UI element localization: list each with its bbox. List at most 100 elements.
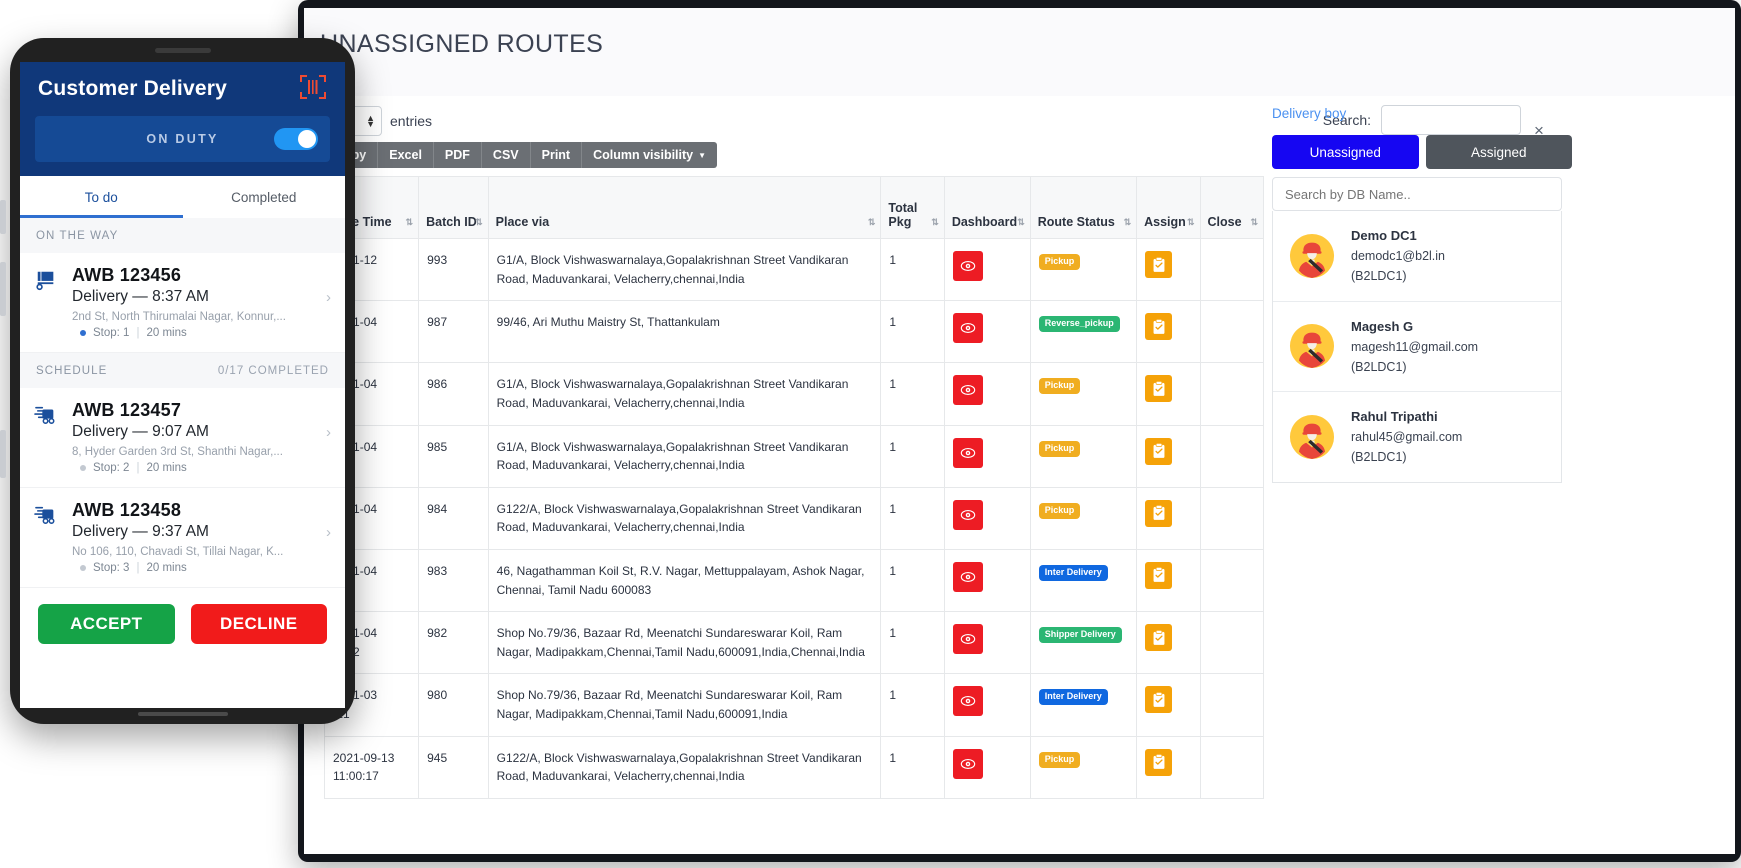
dashboard-button[interactable] (953, 438, 983, 468)
dashboard-button[interactable] (953, 500, 983, 530)
cell-place-via: G1/A, Block Vishwaswarnalaya,Gopalakrish… (488, 363, 881, 425)
on-duty-toggle[interactable] (274, 128, 318, 150)
cell-batch-id: 945 (419, 736, 489, 798)
assign-button[interactable] (1145, 624, 1172, 651)
cell-route-status: Shipper Delivery (1030, 612, 1136, 674)
delivery-boy-email: demodc1@b2l.in (1351, 246, 1445, 266)
sort-icon: ⇅ (406, 217, 413, 228)
cell-place-via: G1/A, Block Vishwaswarnalaya,Gopalakrish… (488, 425, 881, 487)
cell-dashboard (944, 425, 1030, 487)
col-header-pkg[interactable]: Total Pkg⇅ (881, 177, 944, 239)
cell-batch-id: 986 (419, 363, 489, 425)
col-header-dashboard[interactable]: Dashboard⇅ (944, 177, 1030, 239)
delivery-boy-tabs: Unassigned Assigned (1272, 135, 1572, 169)
dashboard-eye-icon (960, 693, 976, 709)
table-header-row: Date Time⇅ Batch ID⇅ Place via⇅ Total Pk… (325, 177, 1264, 239)
cell-place-via: G122/A, Block Vishwaswarnalaya,Gopalakri… (488, 487, 881, 549)
delivery-boy-search-input[interactable] (1272, 177, 1562, 211)
cell-dashboard (944, 736, 1030, 798)
decline-button[interactable]: DECLINE (191, 604, 328, 644)
assign-button[interactable] (1145, 500, 1172, 527)
cell-dashboard (944, 549, 1030, 611)
close-icon[interactable]: × (1534, 122, 1544, 139)
delivery-boy-list-item[interactable]: Rahul Tripathirahul45@gmail.com(B2LDC1) (1273, 392, 1561, 482)
cell-route-status: Reverse_pickup (1030, 301, 1136, 363)
cell-assign (1137, 736, 1200, 798)
assign-clipboard-icon (1152, 505, 1166, 521)
delivery-list-item[interactable]: AWB 123456Delivery — 8:37 AM2nd St, Nort… (20, 253, 345, 353)
delivery-item-address: No 106, 110, Chavadi St, Tillai Nagar, K… (72, 546, 283, 558)
table-row: 2021-09-1311:00:17945G122/A, Block Vishw… (325, 736, 1264, 798)
phone-power-button[interactable] (0, 430, 6, 478)
assign-button[interactable] (1145, 562, 1172, 589)
delivery-item-stop-label: Stop: 1 (93, 327, 129, 339)
assign-button[interactable] (1145, 375, 1172, 402)
col-header-batch[interactable]: Batch ID⇅ (419, 177, 489, 239)
cell-place-via: Shop No.79/36, Bazaar Rd, Meenatchi Sund… (488, 674, 881, 736)
dashboard-button[interactable] (953, 624, 983, 654)
chevron-right-icon[interactable]: › (326, 289, 331, 306)
cell-total-pkg: 1 (881, 425, 944, 487)
barcode-scan-icon[interactable] (299, 73, 327, 106)
accept-button[interactable]: ACCEPT (38, 604, 175, 644)
assign-button[interactable] (1145, 438, 1172, 465)
table-row: 2021-04:17986G1/A, Block Vishwaswarnalay… (325, 363, 1264, 425)
cell-batch-id: 985 (419, 425, 489, 487)
delivery-item-duration: 20 mins (146, 327, 186, 339)
dashboard-button[interactable] (953, 313, 983, 343)
delivery-boy-list-item[interactable]: Magesh Gmagesh11@gmail.com(B2LDC1) (1273, 302, 1561, 393)
assign-button[interactable] (1145, 749, 1172, 776)
delivery-boy-list-item[interactable]: Demo DC1demodc1@b2l.in(B2LDC1) (1273, 211, 1561, 302)
chevron-right-icon[interactable]: › (326, 424, 331, 441)
column-visibility-button[interactable]: Column visibility ▼ (582, 142, 717, 168)
col-header-close[interactable]: Close⇅ (1200, 177, 1263, 239)
delivery-item-duration: 20 mins (146, 462, 186, 474)
sort-icon: ⇅ (1250, 217, 1257, 228)
delivery-boy-name: Rahul Tripathi (1351, 406, 1462, 427)
col-header-place-label: Place via (496, 215, 550, 229)
export-csv-button[interactable]: CSV (482, 142, 531, 168)
phone-duty-wrap: ON DUTY (20, 116, 345, 176)
dashboard-button[interactable] (953, 749, 983, 779)
dashboard-button[interactable] (953, 562, 983, 592)
dashboard-button[interactable] (953, 375, 983, 405)
tab-completed[interactable]: Completed (183, 176, 346, 218)
tab-assigned[interactable]: Assigned (1426, 135, 1573, 169)
avatar (1289, 323, 1335, 369)
cell-assign (1137, 487, 1200, 549)
chevron-right-icon[interactable]: › (326, 524, 331, 541)
col-header-status[interactable]: Route Status⇅ (1030, 177, 1136, 239)
cell-assign (1137, 549, 1200, 611)
dashboard-eye-icon (960, 569, 976, 585)
dashboard-button[interactable] (953, 686, 983, 716)
sort-icon: ⇅ (868, 217, 875, 228)
cell-close (1200, 549, 1263, 611)
col-header-place[interactable]: Place via ⇅ (488, 177, 881, 239)
phone-action-bar: ACCEPT DECLINE (20, 588, 345, 660)
delivery-list-item[interactable]: AWB 123457Delivery — 9:07 AM8, Hyder Gar… (20, 388, 345, 488)
cell-close (1200, 674, 1263, 736)
export-excel-button[interactable]: Excel (378, 142, 434, 168)
col-header-pkg-label: Total Pkg (888, 201, 917, 229)
routes-table-body: 2021-12:17993G1/A, Block Vishwaswarnalay… (325, 239, 1264, 799)
desktop-device-frame: UNASSIGNED ROUTES 10 ▲▼ entries Search: (298, 0, 1741, 862)
schedule-list: AWB 123457Delivery — 9:07 AM8, Hyder Gar… (20, 388, 345, 588)
assign-button[interactable] (1145, 686, 1172, 713)
phone-side-button[interactable] (0, 200, 6, 234)
sort-icon: ⇅ (1017, 217, 1024, 228)
cell-total-pkg: 1 (881, 549, 944, 611)
schedule-progress-label: 0/17 COMPLETED (218, 365, 329, 377)
divider: | (136, 327, 139, 339)
package-truck-icon (34, 269, 58, 291)
export-print-button[interactable]: Print (531, 142, 582, 168)
tab-to-do[interactable]: To do (20, 176, 183, 218)
assign-button[interactable] (1145, 251, 1172, 278)
dashboard-button[interactable] (953, 251, 983, 281)
col-header-assign[interactable]: Assign⇅ (1137, 177, 1200, 239)
delivery-item-stop: Stop: 1 | 20 mins (72, 327, 286, 339)
tab-unassigned[interactable]: Unassigned (1272, 135, 1419, 169)
phone-volume-button[interactable] (0, 262, 6, 316)
assign-button[interactable] (1145, 313, 1172, 340)
delivery-list-item[interactable]: AWB 123458Delivery — 9:37 AMNo 106, 110,… (20, 488, 345, 588)
export-pdf-button[interactable]: PDF (434, 142, 482, 168)
